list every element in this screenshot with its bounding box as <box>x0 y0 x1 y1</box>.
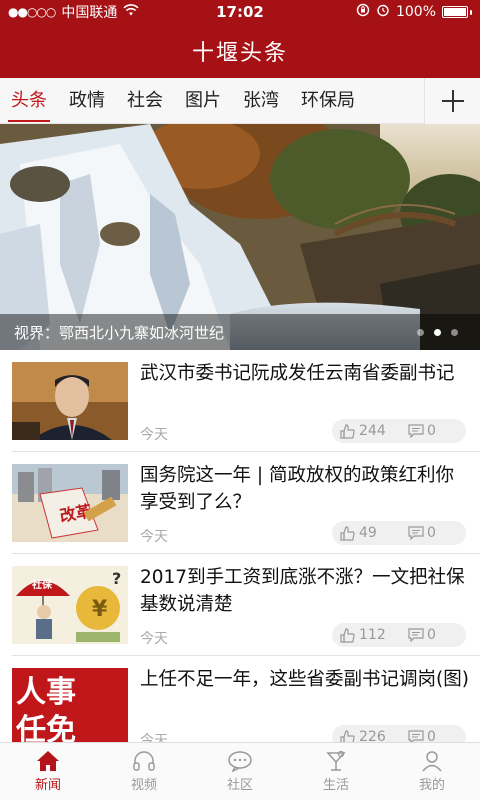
news-item[interactable]: 改革 国务院这一年 | 简政放权的政策红利你享受到了么？ 今天 49 0 <box>12 452 480 554</box>
category-tabs: 头条 政情 社会 图片 张湾 环保局 <box>0 77 480 124</box>
battery-percent: 100% <box>395 4 436 20</box>
comment-icon <box>408 730 424 742</box>
nav-community[interactable]: 社区 <box>192 743 288 800</box>
carousel-dot <box>451 329 458 336</box>
news-stats: 112 0 <box>332 623 466 647</box>
svg-text:?: ? <box>112 569 121 588</box>
svg-text:¥: ¥ <box>92 597 108 622</box>
person-icon <box>422 751 442 772</box>
nav-label: 新闻 <box>34 778 61 793</box>
status-time: 17:02 <box>216 3 264 21</box>
news-item[interactable]: 社保 ¥ ? 2017到手工资到底涨不涨？一文把社保基数说清楚 今天 112 0 <box>12 554 480 656</box>
like-hand-icon <box>340 526 355 541</box>
nav-video[interactable]: 视频 <box>96 743 192 800</box>
like-hand-icon <box>340 424 355 439</box>
news-stats: 226 0 <box>332 725 466 742</box>
nav-mine[interactable]: 我的 <box>384 743 480 800</box>
news-time: 今天 <box>140 529 168 545</box>
svg-text:任免: 任免 <box>15 713 76 742</box>
news-item[interactable]: 武汉市委书记阮成发任云南省委副书记 今天 244 0 <box>12 350 480 452</box>
tab-headlines[interactable]: 头条 <box>0 78 58 124</box>
nav-life[interactable]: 生活 <box>288 743 384 800</box>
news-thumbnail: 社保 ¥ ? <box>12 566 128 644</box>
comment-icon <box>408 424 424 438</box>
battery-icon <box>442 6 472 18</box>
comment-icon <box>408 526 424 540</box>
news-thumbnail <box>12 362 128 440</box>
nav-label: 视频 <box>130 778 157 793</box>
comment-count: 0 <box>427 525 436 541</box>
cocktail-icon <box>326 750 346 771</box>
news-thumbnail: 人事 任免 <box>12 668 128 742</box>
headset-icon <box>133 751 155 771</box>
nav-label: 生活 <box>322 778 349 793</box>
news-stats: 49 0 <box>332 521 466 545</box>
news-title: 武汉市委书记阮成发任云南省委副书记 <box>140 363 455 384</box>
nav-label: 社区 <box>226 778 253 793</box>
like-hand-icon <box>340 730 355 742</box>
app-header: ●●○○○ 中国联通 17:02 100% 十堰头条 <box>0 0 480 78</box>
carousel-dot-active <box>434 329 441 336</box>
like-count: 49 <box>359 525 377 541</box>
news-time: 今天 <box>140 631 168 647</box>
tab-environment[interactable]: 环保局 <box>290 78 366 124</box>
news-title: 国务院这一年 | 简政放权的政策红利你享受到了么？ <box>140 465 454 513</box>
carrier-name: 中国联通 <box>61 5 118 21</box>
bottom-nav: 新闻 视频 社区 生活 我的 <box>0 742 480 800</box>
svg-text:社保: 社保 <box>31 578 53 591</box>
like-count: 226 <box>359 729 386 742</box>
news-list: 武汉市委书记阮成发任云南省委副书记 今天 244 0 改革 国务院这一年 | 简… <box>0 350 480 742</box>
news-stats: 244 0 <box>332 419 466 443</box>
status-bar: ●●○○○ 中国联通 17:02 100% <box>0 0 480 24</box>
svg-text:人事: 人事 <box>16 675 76 710</box>
hero-carousel[interactable]: 视界：鄂西北小九寨如冰河世纪 <box>0 124 480 350</box>
like-hand-icon <box>340 628 355 643</box>
hero-caption: 视界：鄂西北小九寨如冰河世纪 <box>0 314 480 350</box>
plus-icon <box>441 89 464 112</box>
signal-strength: ●●○○○ <box>8 5 56 19</box>
carousel-indicator <box>417 329 458 336</box>
rotation-lock-icon <box>356 3 370 21</box>
tab-society[interactable]: 社会 <box>116 78 174 124</box>
app-title: 十堰头条 <box>191 41 288 66</box>
chat-bubble-icon <box>228 751 252 772</box>
tab-list: 头条 政情 社会 图片 张湾 环保局 <box>0 78 424 124</box>
news-time: 今天 <box>140 733 168 742</box>
alarm-icon <box>376 3 390 21</box>
comment-count: 0 <box>427 729 436 742</box>
news-time: 今天 <box>140 427 168 443</box>
home-icon <box>37 751 59 771</box>
tab-zhangwan[interactable]: 张湾 <box>232 78 290 124</box>
news-item[interactable]: 人事 任免 上任不足一年，这些省委副书记调岗(图) 今天 226 0 <box>12 656 480 742</box>
tab-pictures[interactable]: 图片 <box>174 78 232 124</box>
comment-count: 0 <box>427 423 436 439</box>
wifi-icon <box>123 4 139 20</box>
comment-icon <box>408 628 424 642</box>
like-count: 244 <box>359 423 386 439</box>
tab-politics[interactable]: 政情 <box>58 78 116 124</box>
carousel-dot <box>417 329 424 336</box>
add-channel-button[interactable] <box>424 77 480 124</box>
news-thumbnail: 改革 <box>12 464 128 542</box>
nav-label: 我的 <box>418 778 445 793</box>
like-count: 112 <box>359 627 386 643</box>
news-title: 2017到手工资到底涨不涨？一文把社保基数说清楚 <box>140 567 465 615</box>
news-title: 上任不足一年，这些省委副书记调岗(图) <box>140 669 469 690</box>
nav-news[interactable]: 新闻 <box>0 743 96 800</box>
comment-count: 0 <box>427 627 436 643</box>
